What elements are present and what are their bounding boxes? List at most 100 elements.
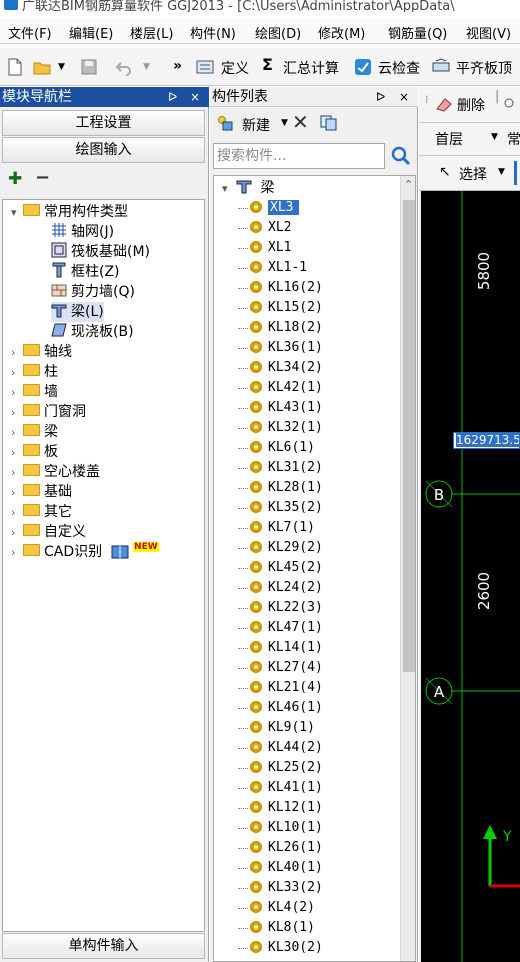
menu-view[interactable]: 视图(V): [466, 23, 511, 42]
list-item[interactable]: KL41(1): [238, 778, 323, 798]
list-item[interactable]: KL28(1): [238, 478, 323, 498]
list-item[interactable]: KL35(2): [238, 498, 323, 518]
list-item[interactable]: KL26(1): [238, 838, 323, 858]
list-item[interactable]: XL1: [238, 238, 291, 258]
list-item[interactable]: KL8(1): [238, 918, 315, 938]
list-item[interactable]: KL33(2): [238, 878, 323, 898]
close-icon[interactable]: ×: [399, 87, 409, 107]
select-button[interactable]: 选择: [459, 164, 487, 184]
save-icon[interactable]: [80, 58, 98, 76]
single-component-input-button[interactable]: 单构件输入: [2, 933, 205, 959]
close-icon[interactable]: ×: [190, 87, 200, 107]
chevron-right-icon[interactable]: ›: [11, 343, 23, 363]
pin-icon[interactable]: ᐅ: [376, 87, 385, 107]
floor-dropdown-icon[interactable]: ▼: [491, 132, 498, 142]
tree-item-raft-foundation[interactable]: 筏板基础(M): [51, 242, 150, 262]
floor-next-select[interactable]: 常: [507, 129, 520, 149]
open-folder-icon[interactable]: [33, 58, 51, 76]
list-item[interactable]: KL47(1): [238, 618, 323, 638]
menu-file[interactable]: 文件(F): [8, 23, 52, 42]
tree-node-wall[interactable]: › 墙: [11, 382, 58, 402]
define-button[interactable]: 定义: [221, 58, 249, 78]
delete-icon[interactable]: ✕: [292, 110, 309, 134]
list-scrollbar[interactable]: ⌃: [400, 176, 415, 961]
tree-node-slab[interactable]: › 板: [11, 442, 58, 462]
tree-node-custom[interactable]: › 自定义: [11, 522, 86, 542]
tree-item-beam[interactable]: 梁(L): [51, 302, 104, 322]
list-item[interactable]: KL6(1): [238, 438, 315, 458]
tree-item-frame-column[interactable]: 框柱(Z): [51, 262, 120, 282]
pin-icon[interactable]: ᐅ: [168, 87, 177, 107]
project-settings-button[interactable]: 工程设置: [2, 110, 205, 136]
chevron-down-icon[interactable]: ▾: [222, 182, 228, 195]
coordinate-input[interactable]: 1629713.5: [453, 432, 520, 449]
list-item[interactable]: KL14(1): [238, 638, 323, 658]
tree-node-common[interactable]: ▾ 常用构件类型: [11, 202, 128, 222]
chevron-right-icon[interactable]: ›: [11, 363, 23, 383]
chevron-right-icon[interactable]: ›: [11, 503, 23, 523]
menu-edit[interactable]: 编辑(E): [69, 23, 113, 42]
list-item[interactable]: KL42(1): [238, 378, 323, 398]
new-component-button[interactable]: 新建: [242, 115, 270, 135]
list-item[interactable]: KL36(1): [238, 338, 323, 358]
toolbar-overflow[interactable]: »: [173, 58, 182, 74]
tree-item-slab[interactable]: 现浇板(B): [51, 322, 134, 342]
menu-floor[interactable]: 楼层(L): [130, 23, 173, 42]
new-component-icon[interactable]: [217, 115, 233, 131]
new-file-icon[interactable]: [6, 58, 24, 76]
select-dropdown-icon[interactable]: ▼: [498, 167, 505, 177]
undo-icon[interactable]: [115, 58, 133, 76]
tree-node-column[interactable]: › 柱: [11, 362, 58, 382]
list-item[interactable]: KL31(2): [238, 458, 323, 478]
list-item[interactable]: XL3: [238, 198, 300, 218]
sum-calc-button[interactable]: 汇总计算: [283, 58, 339, 78]
tree-node-openings[interactable]: › 门窗洞: [11, 402, 86, 422]
flat-board-button[interactable]: 平齐板顶: [456, 58, 512, 78]
list-item[interactable]: KL40(1): [238, 858, 323, 878]
menu-draw[interactable]: 绘图(D): [255, 23, 301, 42]
cloud-check-button[interactable]: 云检查: [378, 58, 420, 78]
drawing-input-button[interactable]: 绘图输入: [2, 137, 205, 163]
menu-component[interactable]: 构件(N): [190, 23, 236, 42]
drawing-canvas[interactable]: B A 5800 2600 Y 1629713.5: [421, 191, 520, 962]
list-item[interactable]: KL27(4): [238, 658, 323, 678]
new-dropdown-icon[interactable]: ▼: [281, 118, 288, 128]
copy-tool-icon[interactable]: [503, 95, 519, 113]
list-item[interactable]: KL25(2): [238, 758, 323, 778]
list-item[interactable]: KL15(2): [238, 298, 323, 318]
list-item[interactable]: XL1-1: [238, 258, 307, 278]
chevron-right-icon[interactable]: ›: [11, 403, 23, 423]
list-item[interactable]: KL43(1): [238, 398, 323, 418]
menu-rebar-qty[interactable]: 钢筋量(Q): [388, 23, 447, 42]
tree-node-axis[interactable]: › 轴线: [11, 342, 72, 362]
list-item[interactable]: KL16(2): [238, 278, 323, 298]
tree-node-beam[interactable]: › 梁: [11, 422, 58, 442]
list-item[interactable]: KL24(2): [238, 578, 323, 598]
chevron-right-icon[interactable]: ›: [11, 523, 23, 543]
chevron-right-icon[interactable]: ›: [11, 463, 23, 483]
tree-node-hollow-floor[interactable]: › 空心楼盖: [11, 462, 100, 482]
scroll-thumb[interactable]: [403, 200, 415, 672]
delete-button[interactable]: 删除: [457, 95, 485, 115]
undo-dropdown-icon[interactable]: ▼: [143, 62, 150, 72]
list-item[interactable]: KL9(1): [238, 718, 315, 738]
list-item[interactable]: KL32(1): [238, 418, 323, 438]
chevron-right-icon[interactable]: ›: [11, 543, 23, 563]
list-item[interactable]: XL2: [238, 218, 291, 238]
scroll-up-icon[interactable]: ⌃: [404, 178, 413, 191]
chevron-right-icon[interactable]: ›: [11, 443, 23, 463]
list-item[interactable]: KL21(4): [238, 678, 323, 698]
menu-modify[interactable]: 修改(M): [318, 23, 365, 42]
tree-node-other[interactable]: › 其它: [11, 502, 72, 522]
tree-node-cad-recognition[interactable]: › CAD识别 NEW: [11, 542, 159, 562]
component-search-input[interactable]: 搜索构件...: [213, 143, 385, 169]
floor-select[interactable]: 首层: [435, 129, 463, 149]
chevron-right-icon[interactable]: ›: [11, 423, 23, 443]
copy-icon[interactable]: [320, 115, 338, 131]
cad-drawing[interactable]: B A 5800 2600 Y: [421, 191, 520, 962]
search-icon[interactable]: [388, 143, 414, 169]
expand-all-icon[interactable]: ✚: [8, 169, 22, 189]
list-item[interactable]: KL30(2): [238, 938, 323, 958]
chevron-down-icon[interactable]: ▾: [11, 203, 23, 223]
list-root-beam[interactable]: ▾ 梁: [222, 178, 274, 198]
